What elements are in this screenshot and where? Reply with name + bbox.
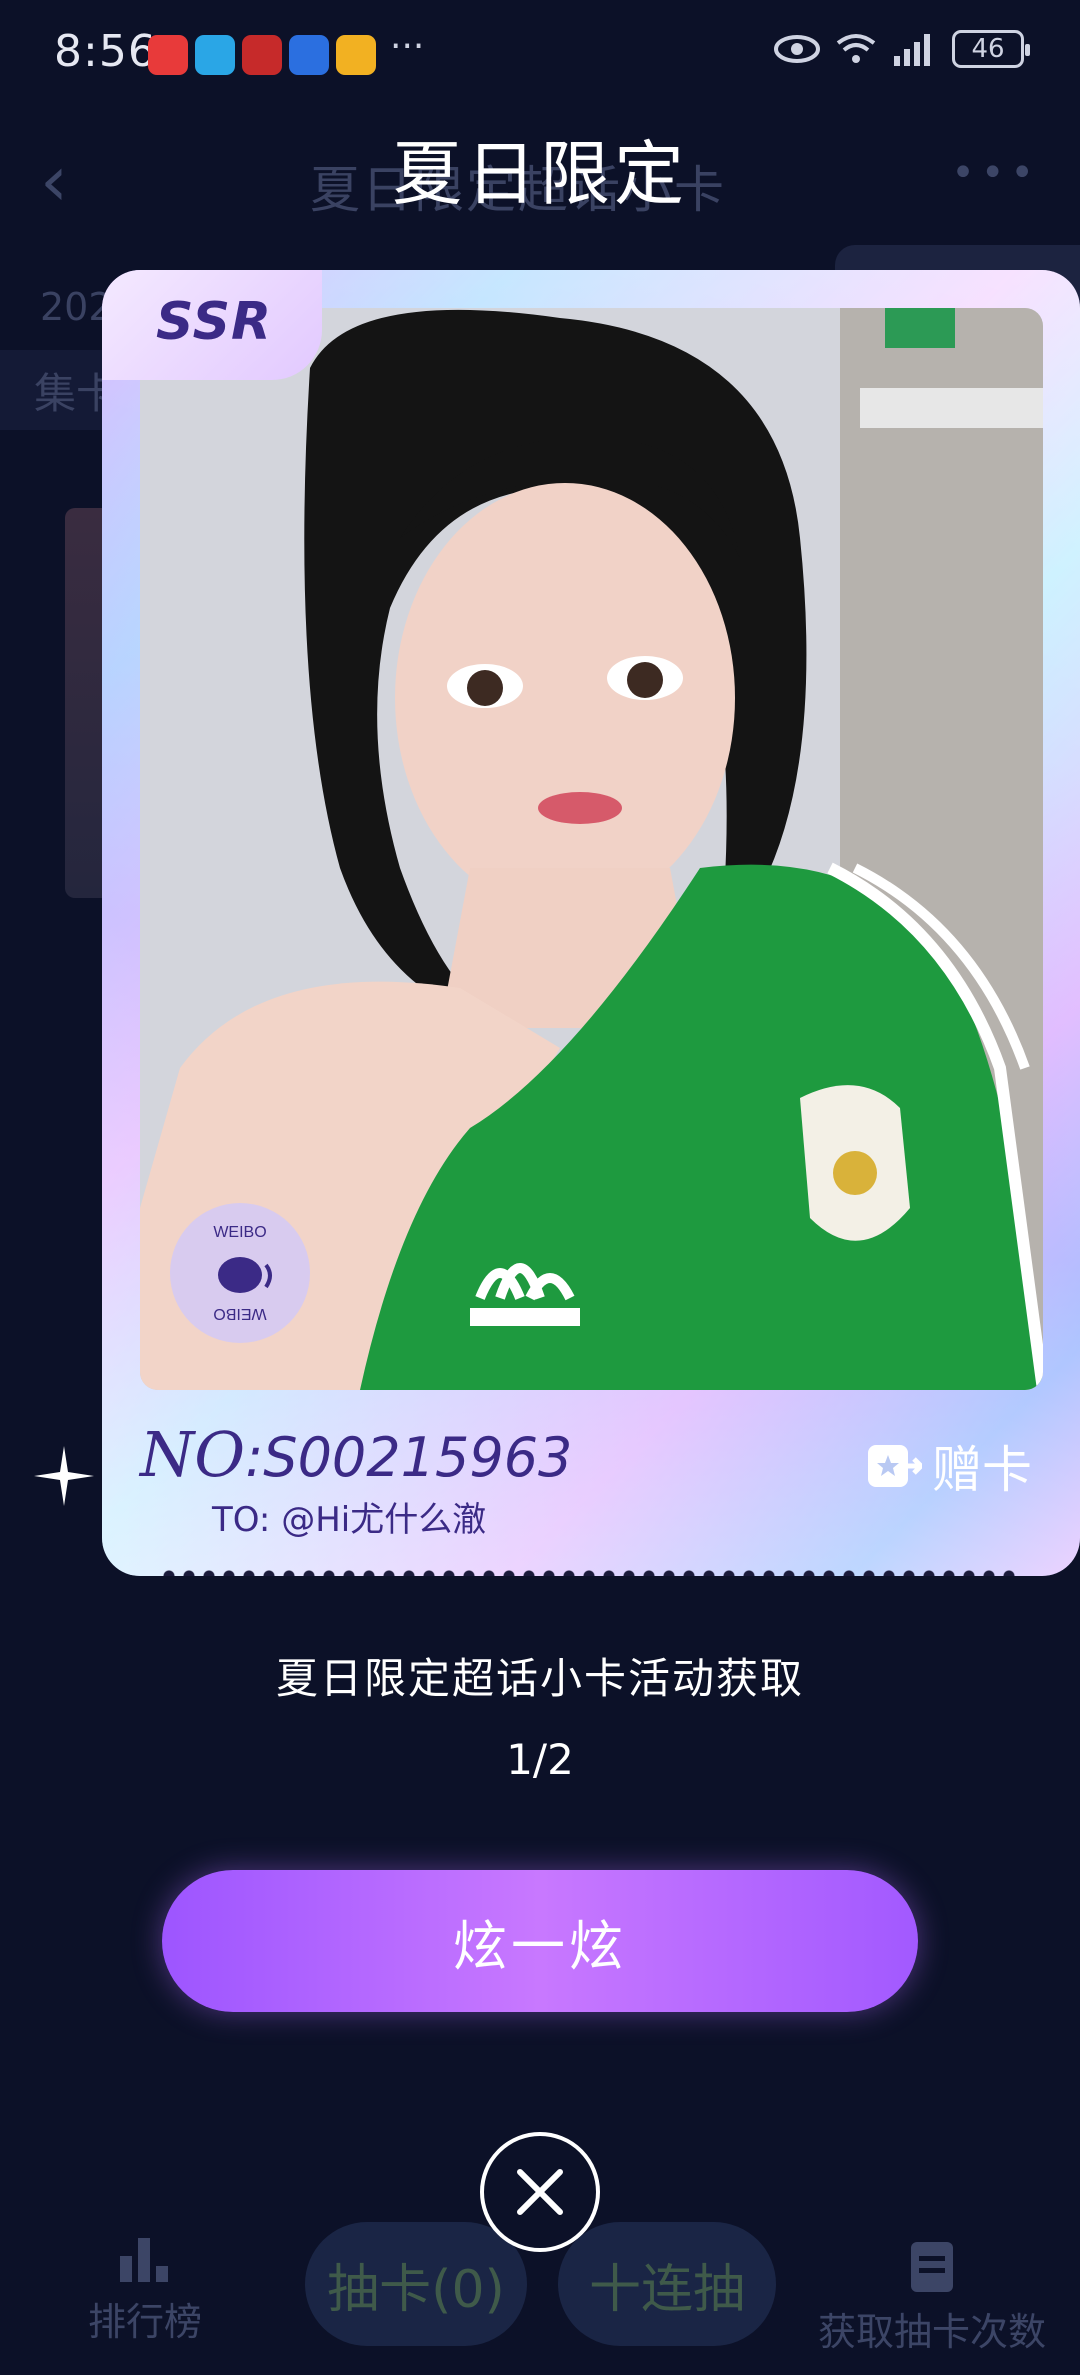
modal-title: 夏日限定	[392, 133, 688, 215]
ssr-card[interactable]: WEIBO WEIBO SSR NO:S00215963 TO: @Hi尤什么澈…	[102, 270, 1080, 1576]
document-icon	[911, 2242, 953, 2292]
notification-app-icon	[148, 35, 188, 75]
notification-app-icon	[242, 35, 282, 75]
battery-icon: 46	[952, 30, 1030, 68]
more-notifications-icon: ···	[390, 26, 425, 67]
gift-card-button[interactable]: 赠卡	[866, 1430, 1032, 1502]
card-source-caption: 夏日限定超话小卡活动获取	[275, 1654, 804, 1703]
close-icon	[517, 2169, 563, 2215]
get-chances-label: 获取抽卡次数	[818, 2310, 1047, 2354]
close-button[interactable]	[480, 2132, 600, 2252]
stamp-label-mirrored: WEIBO	[213, 1305, 266, 1322]
card-photo: WEIBO WEIBO	[140, 308, 1043, 1390]
wifi-icon	[836, 34, 876, 63]
clock: 8:56	[54, 26, 157, 77]
weibo-logo: WEIBO WEIBO	[213, 1224, 272, 1322]
gift-share-icon	[868, 1445, 922, 1487]
get-chances-nav: 获取抽卡次数	[818, 2242, 1046, 2356]
notification-app-icon	[289, 35, 329, 75]
ranking-label: 排行榜	[88, 2300, 203, 2344]
weibo-stamp: WEIBO WEIBO	[170, 1203, 310, 1343]
bar-chart-icon	[120, 2238, 168, 2282]
eye-icon	[774, 35, 820, 63]
ranking-nav: 排行榜	[88, 2238, 202, 2346]
cellular-signal-icon	[894, 34, 930, 66]
card-pager: 1/2	[506, 1735, 574, 1784]
stamp-label: WEIBO	[213, 1224, 266, 1241]
card-number-prefix: NO	[140, 1418, 246, 1491]
gift-card-label: 赠卡	[932, 1441, 1032, 1499]
card-perforation	[162, 1562, 1022, 1576]
sparkle-icon	[34, 1446, 94, 1506]
rarity-label: SSR	[156, 292, 273, 352]
card-number: NO:S00215963	[140, 1418, 572, 1491]
show-off-button[interactable]: 炫一炫	[162, 1870, 918, 2012]
notification-app-icon	[195, 35, 235, 75]
card-recipient: TO: @Hi尤什么澈	[212, 1500, 487, 1540]
card-number-value: :S00215963	[245, 1426, 573, 1489]
status-bar: 8:56 ··· 46	[0, 0, 1080, 110]
weibo-notification-icon	[336, 35, 376, 75]
